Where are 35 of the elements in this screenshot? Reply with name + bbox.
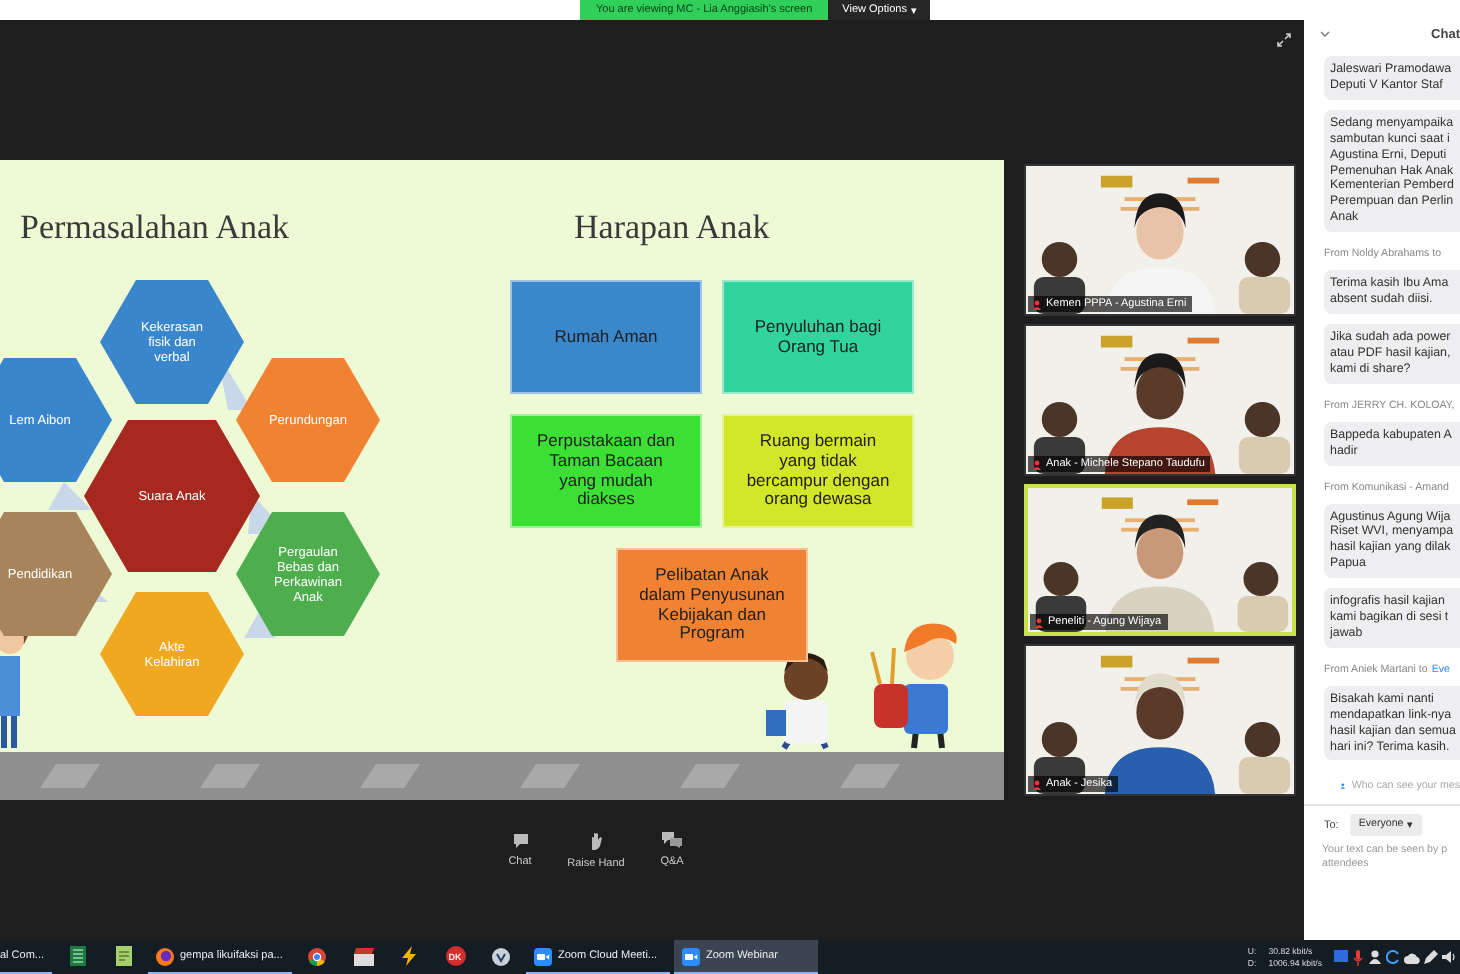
child-figure	[766, 653, 829, 751]
person-icon	[1032, 779, 1042, 789]
document-icon	[115, 946, 131, 966]
person-icon	[1034, 617, 1044, 627]
slide-title: Harapan Anak	[572, 206, 772, 248]
child-figure	[870, 623, 957, 751]
microphone-icon	[1352, 949, 1364, 965]
display-icon	[1334, 950, 1348, 964]
person-icon	[1368, 950, 1382, 964]
connector-triangle	[48, 482, 92, 510]
sync-icon	[1386, 950, 1400, 964]
spreadsheet-icon	[69, 946, 85, 966]
video-camera-icon	[682, 947, 700, 965]
goal-box: Ruang bermain yang tidak bercampur dengan orang dewasa	[722, 414, 914, 528]
goal-box: Pelibatan Anak dalam Penyusunan Kebijakan dan Program	[616, 548, 808, 662]
person-icon	[1032, 459, 1042, 469]
hand-icon	[588, 832, 604, 850]
slide-title: Permasalahan Anak	[18, 206, 292, 248]
goal-box: Penyuluhan bagi Orang Tua	[722, 280, 914, 394]
qa-icon	[662, 832, 682, 848]
expand-icon	[1276, 32, 1292, 48]
chevron-icon	[1320, 30, 1330, 38]
goal-box: Perpustakaan dan Taman Bacaan yang mudah diakses	[510, 414, 702, 528]
speaker-icon	[1442, 950, 1456, 964]
clapperboard-icon	[353, 947, 373, 965]
pen-icon	[1424, 950, 1438, 964]
goal-box: Rumah Aman	[510, 280, 702, 394]
browser-icon	[156, 947, 174, 965]
check-circle-icon	[492, 947, 510, 965]
browser-icon	[308, 947, 326, 965]
chat-icon	[511, 832, 529, 848]
cloud-icon	[1404, 951, 1420, 963]
video-camera-icon	[534, 947, 552, 965]
person-icon	[1032, 299, 1042, 309]
lightning-icon	[400, 946, 418, 966]
